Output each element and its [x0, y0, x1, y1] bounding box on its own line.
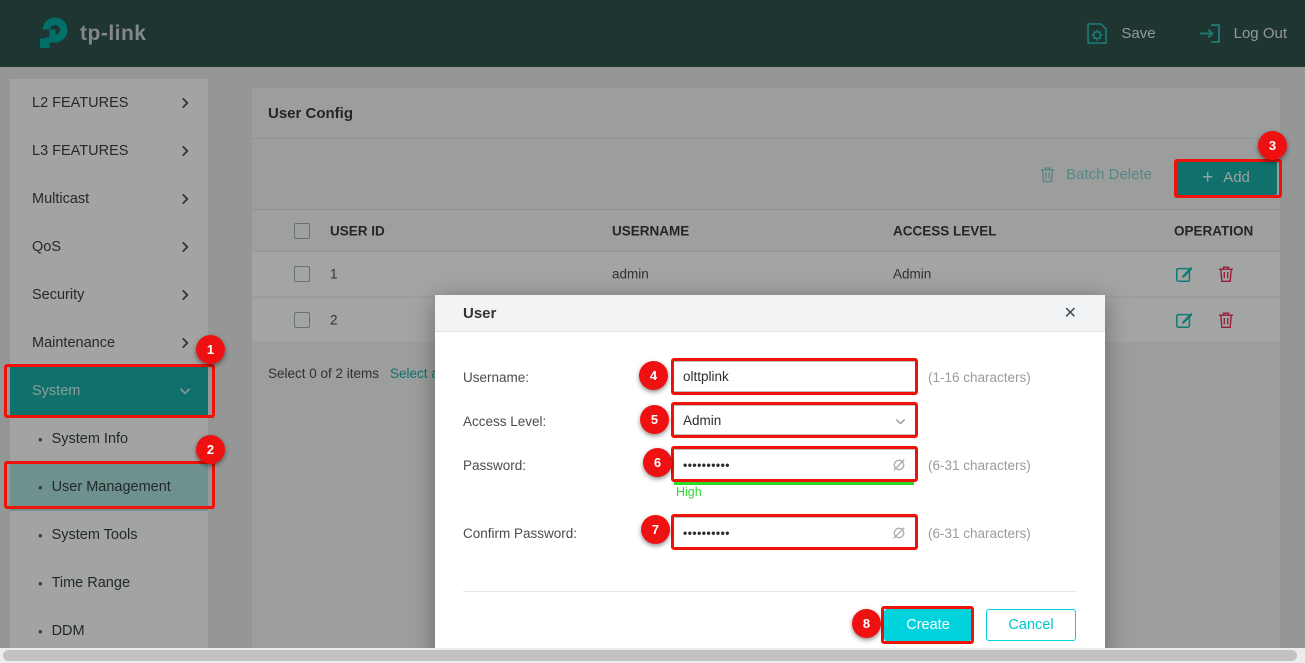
- password-strength-label: High: [676, 485, 702, 499]
- access-level-label: Access Level:: [463, 414, 546, 429]
- annotation-box-user-management: [4, 461, 215, 509]
- confirm-password-hint: (6-31 characters): [928, 526, 1031, 541]
- annotation-badge-5: 5: [640, 405, 669, 434]
- password-label: Password:: [463, 458, 526, 473]
- annotation-box-access-level: [671, 402, 918, 438]
- annotation-box-add: [1174, 159, 1282, 198]
- annotation-box-create: [881, 606, 974, 644]
- annotation-badge-3: 3: [1258, 131, 1287, 160]
- annotation-box-confirm-password: [671, 514, 918, 550]
- annotation-box-password: [671, 446, 918, 482]
- password-hint: (6-31 characters): [928, 458, 1031, 473]
- annotation-box-username: [671, 358, 918, 395]
- dialog-header: User ✕: [435, 295, 1105, 332]
- close-icon[interactable]: ✕: [1064, 303, 1077, 323]
- cancel-button[interactable]: Cancel: [986, 609, 1076, 641]
- annotation-box-system: [4, 364, 215, 418]
- annotation-badge-1: 1: [196, 335, 225, 364]
- annotation-badge-7: 7: [641, 515, 670, 544]
- annotation-badge-8: 8: [852, 609, 881, 638]
- confirm-password-label: Confirm Password:: [463, 526, 577, 541]
- dialog-title: User: [463, 305, 496, 322]
- username-hint: (1-16 characters): [928, 370, 1031, 385]
- annotation-badge-6: 6: [643, 448, 672, 477]
- scrollbar-thumb[interactable]: [3, 650, 1297, 661]
- app-root: tp-link Save: [0, 0, 1305, 663]
- annotation-badge-4: 4: [639, 361, 668, 390]
- horizontal-scrollbar: [0, 648, 1305, 663]
- dialog-divider: [463, 591, 1077, 592]
- annotation-badge-2: 2: [196, 435, 225, 464]
- username-label: Username:: [463, 370, 529, 385]
